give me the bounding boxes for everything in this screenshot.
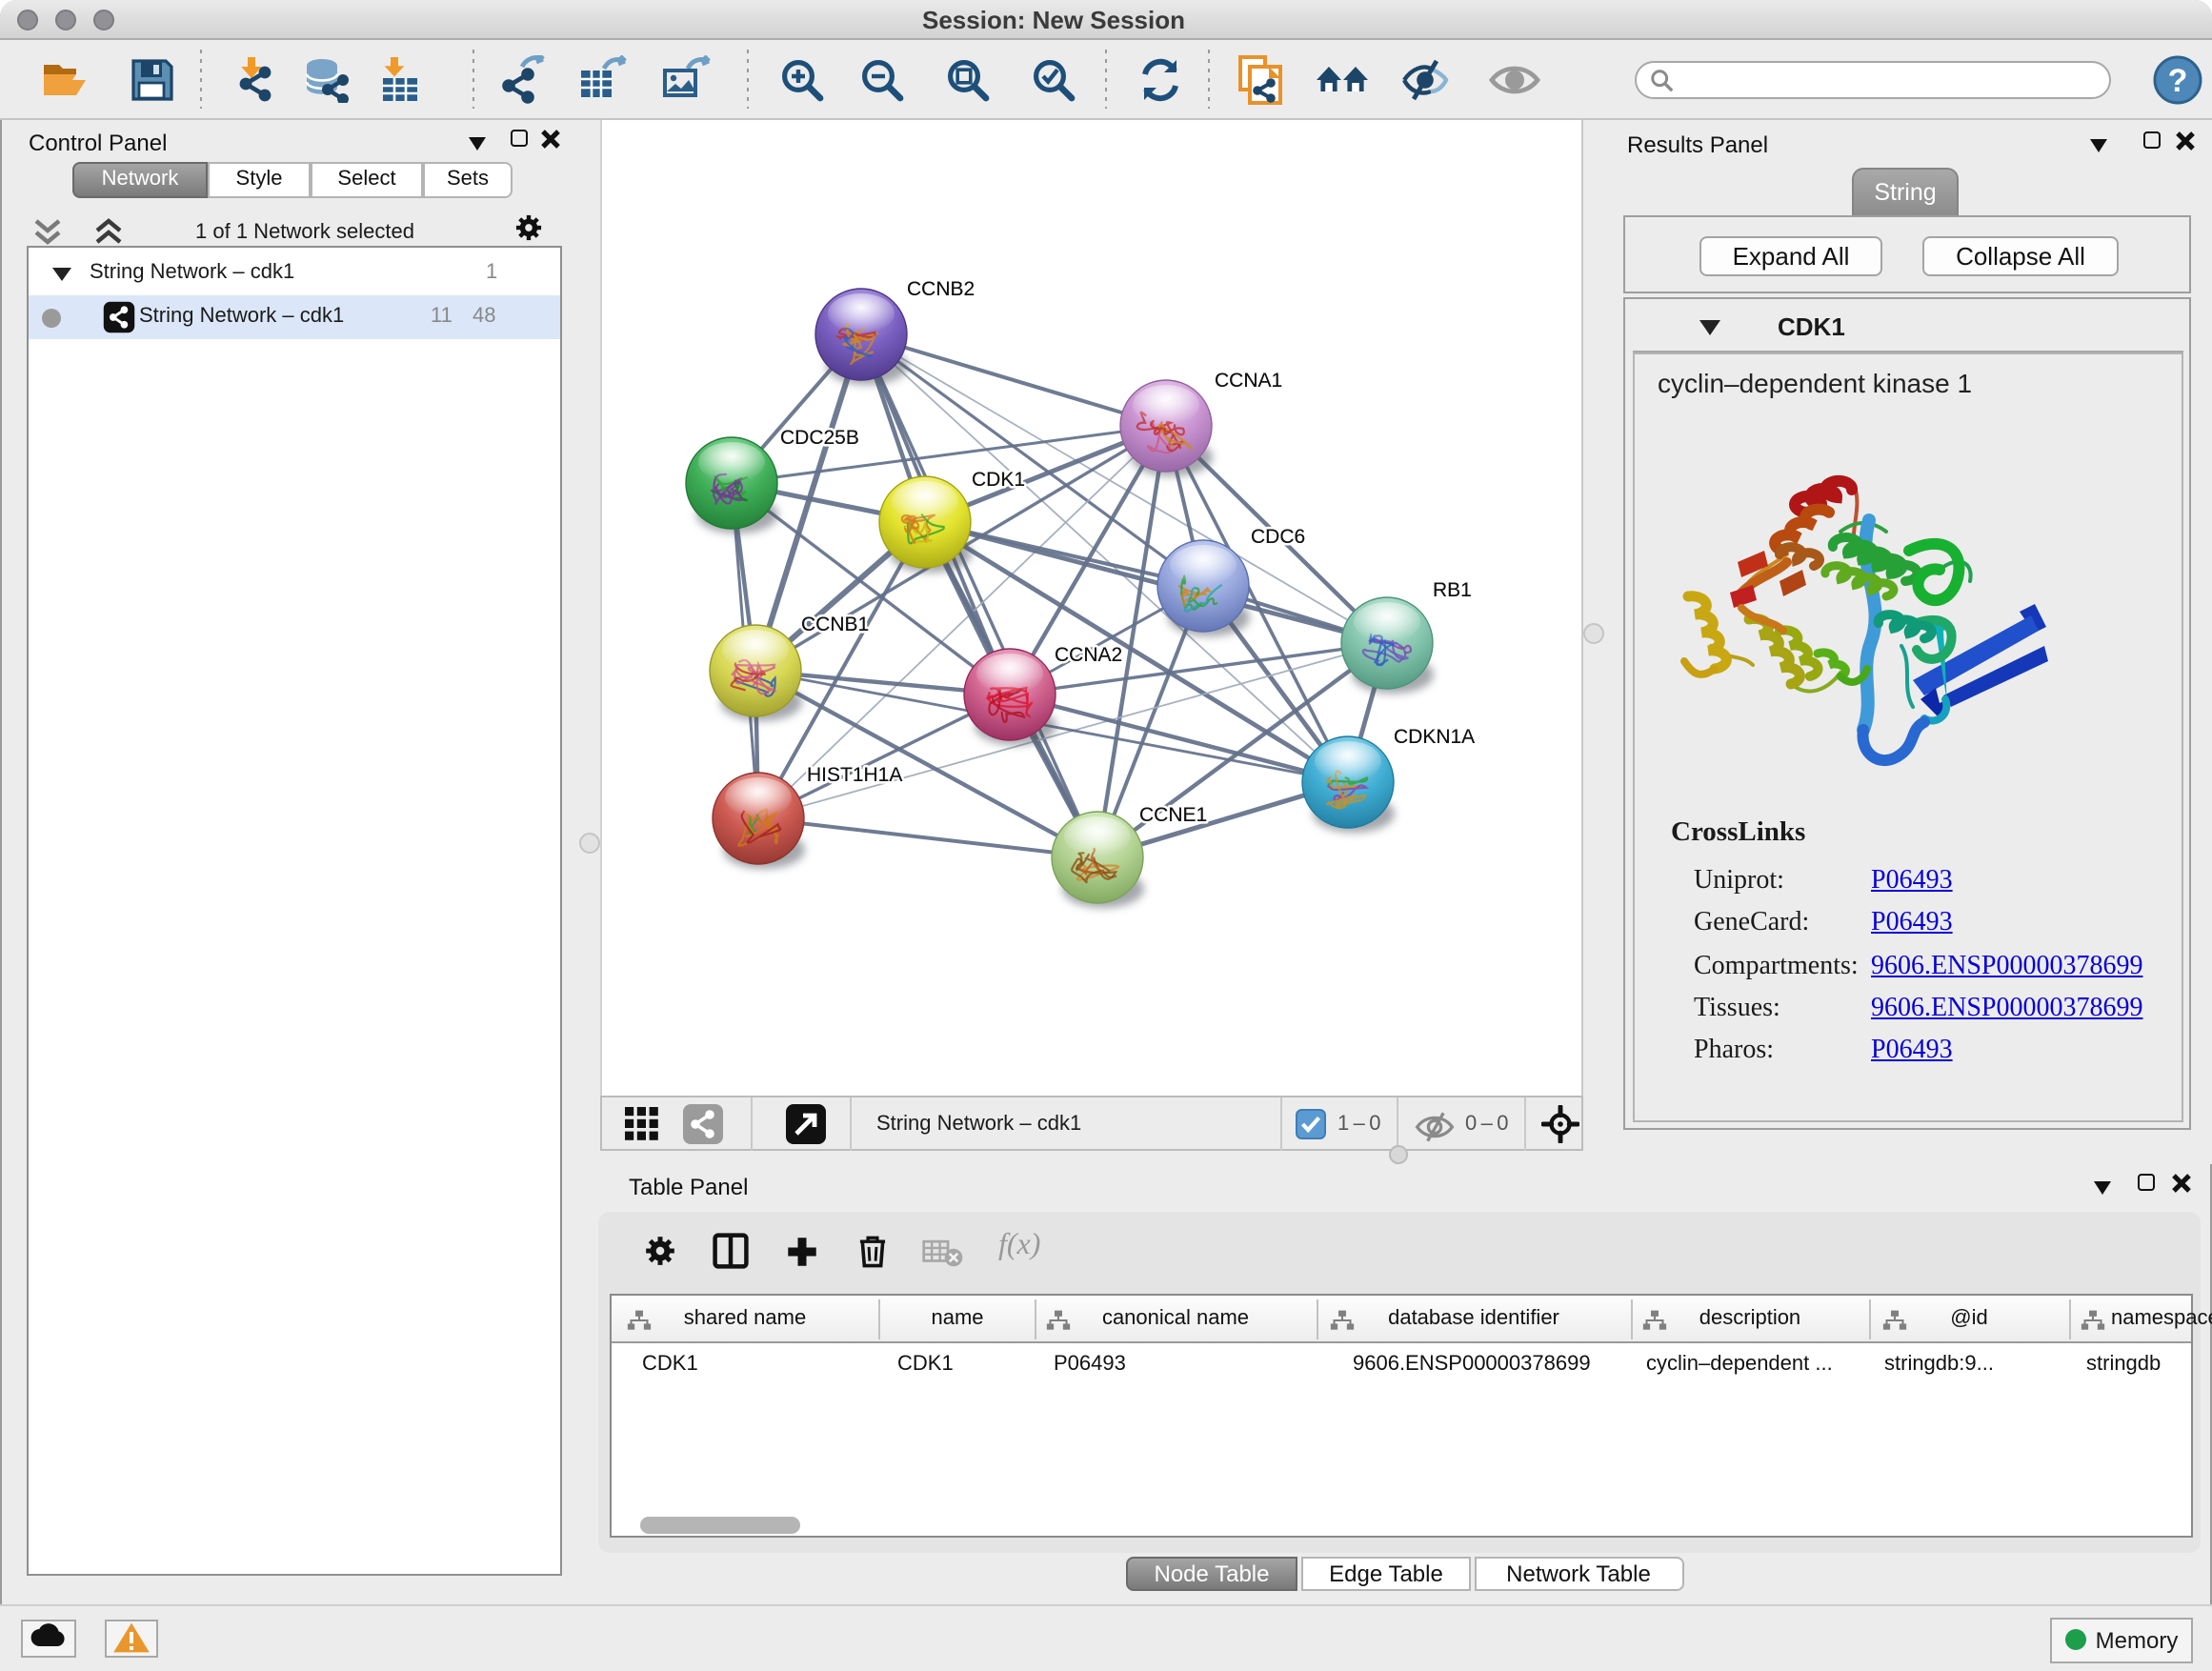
svg-text:CDC25B: CDC25B: [780, 427, 859, 449]
svg-text:CCNA1: CCNA1: [1215, 370, 1282, 392]
svg-text:CCNE1: CCNE1: [1139, 804, 1207, 826]
svg-text:CCNB2: CCNB2: [907, 278, 975, 300]
svg-text:CCNB1: CCNB1: [801, 614, 869, 635]
svg-text:HIST1H1A: HIST1H1A: [807, 764, 902, 786]
svg-text:CDK1: CDK1: [972, 469, 1025, 491]
svg-text:?: ?: [2168, 63, 2188, 99]
svg-text:CDC6: CDC6: [1251, 526, 1305, 548]
svg-text:RB1: RB1: [1433, 579, 1472, 601]
svg-text:CDKN1A: CDKN1A: [1394, 726, 1475, 748]
svg-text:CCNA2: CCNA2: [1055, 644, 1122, 666]
